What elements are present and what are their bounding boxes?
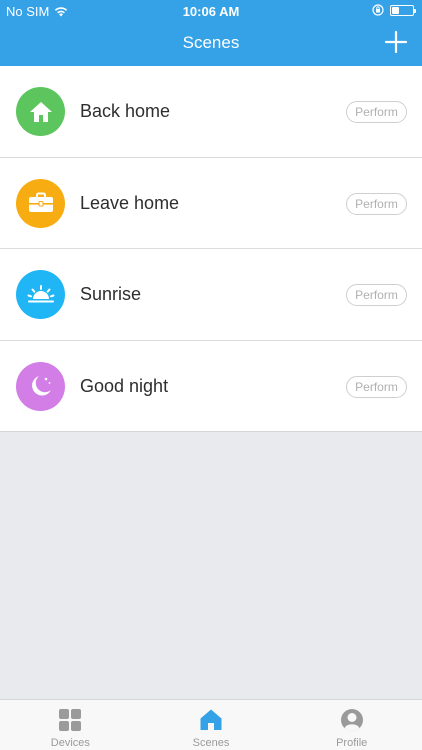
scene-row-sunrise[interactable]: Sunrise Perform bbox=[0, 249, 422, 341]
tab-label: Profile bbox=[336, 737, 368, 749]
battery-icon bbox=[390, 4, 416, 16]
tab-profile[interactable]: Profile bbox=[281, 700, 422, 750]
scene-row-good-night[interactable]: Good night Perform bbox=[0, 341, 422, 432]
perform-button[interactable]: Perform bbox=[346, 192, 407, 215]
tab-scenes[interactable]: Scenes bbox=[141, 700, 282, 750]
orientation-lock-icon bbox=[372, 4, 384, 16]
scene-icon-back-home bbox=[16, 87, 65, 136]
scene-name: Good night bbox=[80, 375, 169, 396]
scene-list: Back home Perform Leave home Perform Sun… bbox=[0, 66, 422, 432]
briefcase-icon bbox=[28, 192, 53, 212]
page-title: Scenes bbox=[182, 33, 240, 52]
scene-row-back-home[interactable]: Back home Perform bbox=[0, 66, 422, 158]
perform-button[interactable]: Perform bbox=[346, 375, 407, 398]
scene-row-leave-home[interactable]: Leave home Perform bbox=[0, 158, 422, 249]
perform-button[interactable]: Perform bbox=[346, 284, 407, 306]
scene-icon-sunrise bbox=[16, 270, 65, 319]
tab-label: Devices bbox=[50, 737, 90, 749]
scene-name: Leave home bbox=[80, 192, 180, 213]
scene-name: Back home bbox=[80, 101, 171, 121]
status-right bbox=[372, 4, 416, 16]
moon-icon bbox=[31, 376, 51, 396]
battery-fill bbox=[392, 6, 399, 14]
perform-button[interactable]: Perform bbox=[346, 101, 407, 123]
status-bar: No SIM 10:06 AM bbox=[0, 0, 422, 22]
scene-icon-good-night bbox=[16, 361, 65, 411]
scene-name: Sunrise bbox=[80, 284, 142, 304]
plus-icon[interactable] bbox=[384, 30, 408, 54]
grid-icon bbox=[59, 709, 82, 731]
person-icon bbox=[340, 709, 363, 731]
status-time: 10:06 AM bbox=[182, 4, 240, 19]
tab-devices[interactable]: Devices bbox=[0, 700, 141, 750]
sunrise-icon bbox=[27, 284, 54, 302]
house-icon bbox=[200, 709, 222, 730]
header-bar: No SIM 10:06 AM Scenes bbox=[0, 0, 422, 66]
scene-icon-leave-home bbox=[16, 178, 65, 228]
tab-label: Scenes bbox=[192, 737, 230, 749]
tab-bar: Devices Scenes Profile bbox=[0, 699, 422, 750]
house-icon bbox=[29, 101, 52, 122]
